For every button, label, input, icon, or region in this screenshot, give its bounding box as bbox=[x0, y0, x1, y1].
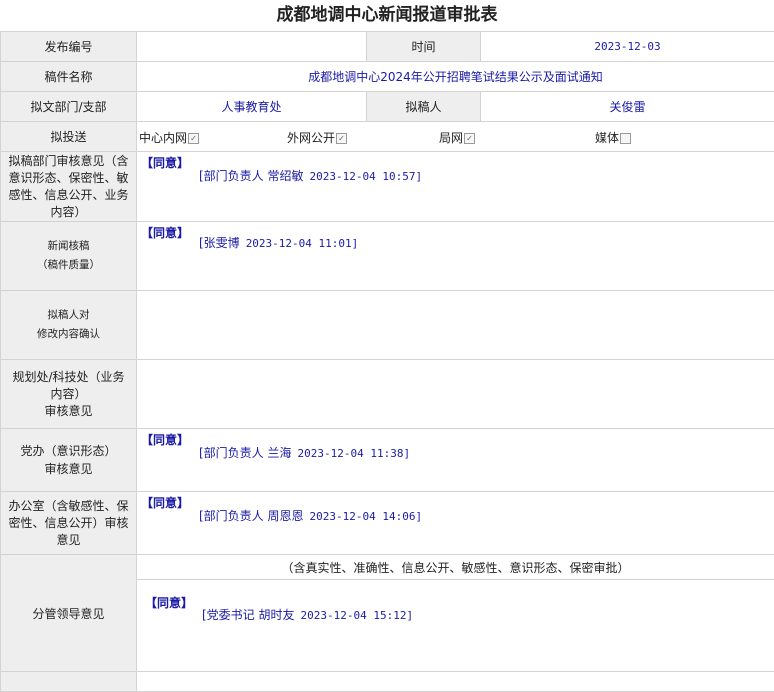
signature: [部门负责人 周恩恩2023-12-04 14:06] bbox=[199, 507, 422, 524]
agree-tag: 【同意】 bbox=[141, 431, 189, 448]
manuscript-name-value: 成都地调中心2024年公开招聘笔试结果公示及面试通知 bbox=[137, 62, 774, 92]
agree-tag: 【同意】 bbox=[141, 494, 189, 511]
send-option-intranet[interactable]: 中心内网✓ bbox=[139, 129, 199, 146]
news-review-label: 新闻核稿（稿件质量） bbox=[1, 222, 137, 291]
dept-review-label: 拟稿部门审核意见（含意识形态、保密性、敏感性、信息公开、业务内容） bbox=[1, 152, 137, 222]
leader-opinion-note: （含真实性、准确性、信息公开、敏感性、意识形态、保密审批） bbox=[137, 555, 774, 580]
time-value: 2023-12-03 bbox=[481, 32, 774, 62]
party-office-opinion: 【同意】 [部门负责人 兰海2023-12-04 11:38] bbox=[137, 429, 774, 492]
checkbox-icon[interactable]: ✓ bbox=[188, 133, 199, 144]
send-options: 中心内网✓ 外网公开✓ 局网✓ 媒体 bbox=[137, 122, 774, 152]
party-office-label: 党办（意识形态）审核意见 bbox=[1, 429, 137, 492]
send-option-media[interactable]: 媒体 bbox=[595, 129, 631, 146]
signature: [张雯博2023-12-04 11:01] bbox=[199, 234, 358, 251]
drafter-confirm-opinion bbox=[137, 291, 774, 360]
approval-table: 发布编号 时间 2023-12-03 稿件名称 成都地调中心2024年公开招聘笔… bbox=[0, 31, 774, 692]
agree-tag: 【同意】 bbox=[141, 154, 189, 171]
signature: [部门负责人 兰海2023-12-04 11:38] bbox=[199, 444, 410, 461]
send-option-bureau-net[interactable]: 局网✓ bbox=[439, 129, 475, 146]
agree-tag: 【同意】 bbox=[141, 224, 189, 241]
signature: [部门负责人 常绍敏2023-12-04 10:57] bbox=[199, 167, 422, 184]
send-to-label: 拟投送 bbox=[1, 122, 137, 152]
drafting-dept-label: 拟文部门/支部 bbox=[1, 92, 137, 122]
checkbox-icon[interactable]: ✓ bbox=[336, 133, 347, 144]
office-review-opinion: 【同意】 [部门负责人 周恩恩2023-12-04 14:06] bbox=[137, 492, 774, 555]
office-review-label: 办公室（含敏感性、保密性、信息公开）审核意见 bbox=[1, 492, 137, 555]
time-label: 时间 bbox=[367, 32, 481, 62]
leader-opinion-label: 分管领导意见 bbox=[1, 555, 137, 672]
dept-review-opinion: 【同意】 [部门负责人 常绍敏2023-12-04 10:57] bbox=[137, 152, 774, 222]
planning-review-opinion bbox=[137, 360, 774, 429]
publish-no-label: 发布编号 bbox=[1, 32, 137, 62]
news-review-opinion: 【同意】 [张雯博2023-12-04 11:01] bbox=[137, 222, 774, 291]
drafter-label: 拟稿人 bbox=[367, 92, 481, 122]
signature: [党委书记 胡时友2023-12-04 15:12] bbox=[202, 606, 413, 623]
manuscript-name-label: 稿件名称 bbox=[1, 62, 137, 92]
checkbox-icon[interactable]: ✓ bbox=[464, 133, 475, 144]
planning-review-label: 规划处/科技处（业务内容）审核意见 bbox=[1, 360, 137, 429]
send-option-public-web[interactable]: 外网公开✓ bbox=[287, 129, 347, 146]
checkbox-icon[interactable] bbox=[620, 133, 631, 144]
agree-tag: 【同意】 bbox=[145, 594, 193, 611]
publish-no-value bbox=[137, 32, 367, 62]
drafter-confirm-label: 拟稿人对修改内容确认 bbox=[1, 291, 137, 360]
drafting-dept-value: 人事教育处 bbox=[137, 92, 367, 122]
leader-opinion: 【同意】 [党委书记 胡时友2023-12-04 15:12] bbox=[137, 580, 774, 672]
form-title: 成都地调中心新闻报道审批表 bbox=[0, 0, 774, 31]
drafter-value: 关俊雷 bbox=[481, 92, 774, 122]
